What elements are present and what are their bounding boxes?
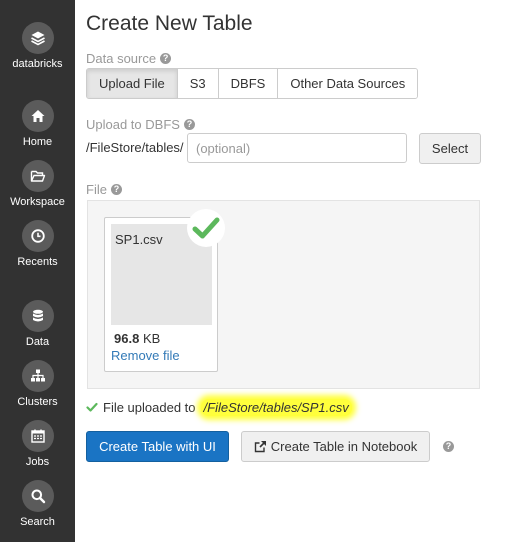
sidebar-item-label: Clusters [17, 396, 58, 408]
tab-other-data-sources[interactable]: Other Data Sources [278, 69, 418, 98]
sidebar-item-home[interactable]: Home [0, 100, 75, 148]
sidebar-item-label: Jobs [25, 456, 50, 468]
sidebar-item-jobs[interactable]: Jobs [0, 420, 75, 468]
dbfs-path-prefix: /FileStore/tables/ [86, 140, 184, 155]
check-icon [86, 402, 98, 412]
upload-status-text: File uploaded to [103, 400, 196, 415]
databricks-logo-link[interactable]: databricks [0, 22, 75, 70]
folder-open-icon [21, 160, 54, 192]
create-table-with-ui-button[interactable]: Create Table with UI [86, 431, 229, 462]
file-size-value: 96.8 [114, 331, 140, 346]
sidebar-item-label: Workspace [10, 196, 65, 208]
upload-status: File uploaded to /FileStore/tables/SP1.c… [86, 399, 352, 416]
sidebar-item-label: Recents [17, 256, 58, 268]
create-table-in-notebook-label: Create Table in Notebook [270, 439, 418, 454]
sidebar-item-clusters[interactable]: Clusters [0, 360, 75, 408]
data-source-tabs: Upload File S3 DBFS Other Data Sources [86, 68, 419, 99]
upload-success-check-icon [187, 209, 225, 247]
file-size: 96.8 KB [114, 331, 160, 346]
data-source-label: Data source [86, 51, 157, 66]
help-icon[interactable]: ? [183, 119, 195, 130]
tab-s3[interactable]: S3 [177, 69, 219, 98]
external-link-icon [254, 440, 266, 453]
remove-file-link[interactable]: Remove file [111, 348, 180, 363]
help-icon[interactable]: ? [443, 441, 454, 452]
file-label: File [86, 182, 107, 197]
help-icon[interactable]: ? [110, 184, 122, 195]
upload-dbfs-label-row: Upload to DBFS ? [86, 117, 195, 132]
sidebar-item-data[interactable]: Data [0, 300, 75, 348]
sidebar-item-label: Home [22, 136, 53, 148]
sidebar-item-label: Data [25, 336, 50, 348]
file-name: SP1.csv [115, 232, 163, 247]
upload-dbfs-label: Upload to DBFS [86, 117, 180, 132]
calendar-icon [21, 420, 54, 452]
page-title: Create New Table [86, 12, 253, 35]
search-icon [21, 480, 54, 512]
uploaded-file-path: /FileStore/tables/SP1.csv [200, 399, 352, 416]
create-table-in-notebook-button[interactable]: Create Table in Notebook [241, 431, 430, 462]
sidebar: databricks Home Workspace Recents Data C… [0, 0, 75, 542]
sidebar-item-search[interactable]: Search [0, 480, 75, 528]
select-button[interactable]: Select [419, 133, 481, 164]
tab-dbfs[interactable]: DBFS [218, 69, 279, 98]
file-size-unit: KB [142, 331, 161, 346]
sitemap-icon [21, 360, 54, 392]
sidebar-item-label: Search [20, 516, 55, 528]
file-label-row: File ? [86, 182, 122, 197]
help-icon[interactable]: ? [160, 53, 172, 64]
sidebar-item-recents[interactable]: Recents [0, 220, 75, 268]
data-source-label-row: Data source ? [86, 51, 172, 66]
tab-upload-file[interactable]: Upload File [87, 69, 178, 98]
databricks-logo-icon [21, 22, 54, 54]
home-icon [21, 100, 54, 132]
sidebar-item-workspace[interactable]: Workspace [0, 160, 75, 208]
clock-icon [21, 220, 54, 252]
database-icon [21, 300, 54, 332]
brand-label: databricks [12, 58, 63, 70]
dbfs-path-input[interactable] [187, 133, 407, 163]
